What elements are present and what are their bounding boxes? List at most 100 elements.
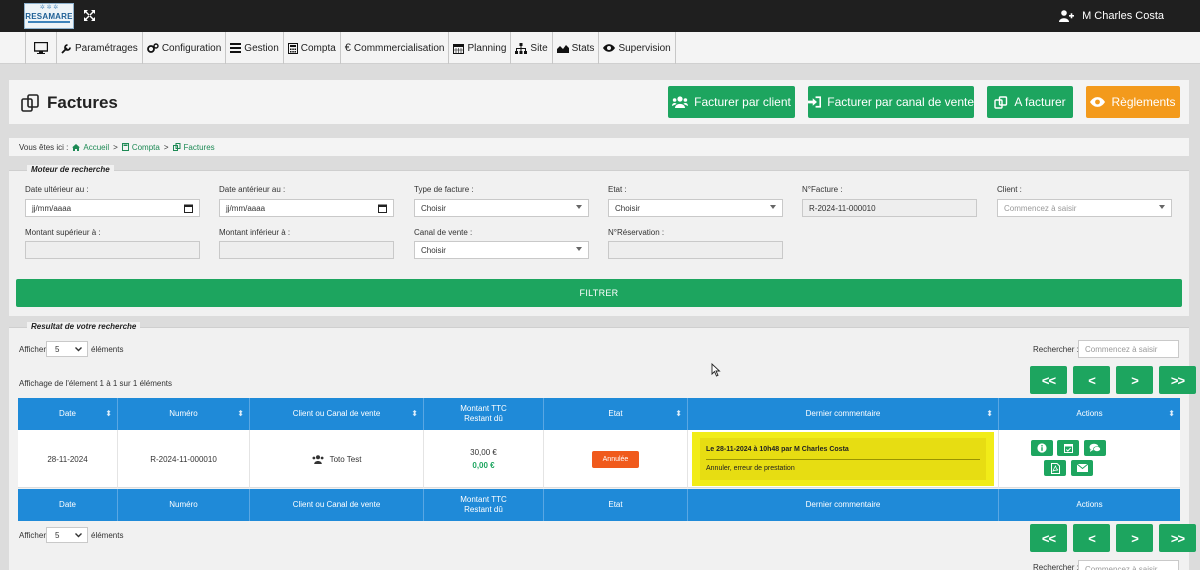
user-name: M Charles Costa (1082, 10, 1164, 22)
file-pdf-icon (1050, 462, 1060, 474)
col-montant[interactable]: Montant TTC Restant dû (424, 398, 544, 430)
next-page-button[interactable]: > (1116, 366, 1153, 394)
col-date[interactable]: Date ⬍ (18, 398, 118, 430)
menu-item-compta[interactable]: Compta (282, 32, 340, 64)
menu-item-planning[interactable]: Planning (448, 32, 510, 64)
cell-actions (999, 430, 1180, 488)
calendar-icon[interactable] (378, 204, 387, 213)
montant-inferieur-input[interactable] (219, 241, 394, 259)
client-select[interactable]: Commencez à saisir (997, 199, 1172, 217)
filter-button[interactable]: FILTRER (16, 279, 1182, 307)
sort-icon: ⬍ (105, 409, 112, 418)
button-label: Règlements (1111, 95, 1176, 109)
facturer-par-client-button[interactable]: Facturer par client (668, 86, 795, 118)
prev-page-button[interactable]: < (1073, 366, 1110, 394)
col-client[interactable]: Client ou Canal de vente ⬍ (250, 398, 424, 430)
pdf-button[interactable] (1044, 460, 1066, 476)
menu-item-commercialisation[interactable]: € Commmercialisation (339, 32, 449, 64)
menu-item-parametrages[interactable]: Paramétrages (56, 32, 142, 64)
calendar-icon[interactable] (184, 204, 193, 213)
results-info: Affichage de l'élement 1 à 1 sur 1 éléme… (19, 379, 173, 388)
email-button[interactable] (1071, 460, 1093, 476)
num-facture-input[interactable]: R-2024-11-000010 (802, 199, 977, 217)
show-label: Afficher (19, 345, 46, 354)
info-button[interactable] (1031, 440, 1053, 456)
resamare-logo[interactable]: ✲ ✲ ✲ RESAMARE (24, 3, 74, 29)
a-facturer-button[interactable]: A facturer (987, 86, 1073, 118)
menu-label: Supervision (618, 42, 671, 54)
date-placeholder: jj/mm/aaaa (226, 203, 266, 213)
first-page-button[interactable]: << (1030, 366, 1067, 394)
page-title-text: Factures (47, 93, 118, 112)
reglements-button[interactable]: Règlements (1086, 86, 1180, 118)
foot-montant: Montant TTC Restant dû (424, 489, 544, 521)
date-anterieur-input[interactable]: jj/mm/aaaa (219, 199, 394, 217)
menu-label: Paramétrages (75, 42, 138, 54)
results-legend: Resultat de votre recherche (27, 322, 141, 331)
col-numero[interactable]: Numéro ⬍ (118, 398, 250, 430)
col-etat[interactable]: Etat ⬍ (544, 398, 688, 430)
search-label: Rechercher : (1033, 345, 1079, 354)
menu-item-stats[interactable]: Stats (551, 32, 599, 64)
date-ulterieur-label: Date ultérieur au : (25, 185, 89, 194)
etat-label: Etat : (608, 185, 627, 194)
num-reservation-input[interactable] (608, 241, 783, 259)
menu-item-home[interactable] (25, 32, 56, 64)
montant-inferieur-label: Montant inférieur à : (219, 228, 291, 237)
eye-icon (603, 44, 616, 52)
menu-item-gestion[interactable]: Gestion (225, 32, 282, 64)
canal-vente-select[interactable]: Choisir (414, 241, 589, 259)
menu-item-configuration[interactable]: Configuration (141, 32, 225, 64)
comments-button[interactable] (1084, 440, 1106, 456)
etat-select[interactable]: Choisir (608, 199, 783, 217)
area-chart-icon (556, 45, 569, 53)
montant-superieur-input[interactable] (25, 241, 200, 259)
user-menu[interactable]: M Charles Costa (1059, 10, 1164, 22)
cell-date: 28-11-2024 (18, 430, 118, 488)
fullscreen-icon[interactable] (83, 9, 96, 22)
next-page-button[interactable]: > (1116, 524, 1153, 552)
col-label: Client ou Canal de vente (292, 409, 381, 418)
col-label: Etat (608, 409, 623, 418)
type-facture-select[interactable]: Choisir (414, 199, 589, 217)
type-facture-label: Type de facture : (414, 185, 474, 194)
first-page-button[interactable]: << (1030, 524, 1067, 552)
breadcrumb-home[interactable]: Accueil (72, 143, 109, 152)
logo-text: RESAMARE (25, 12, 73, 21)
col-label: Numéro (169, 500, 198, 509)
copy-icon (21, 94, 39, 112)
search-label-bottom: Rechercher : (1033, 563, 1079, 570)
menu-item-site[interactable]: Site (510, 32, 551, 64)
menu-label: Stats (571, 42, 595, 54)
breadcrumb-prefix: Vous êtes ici : (19, 142, 69, 152)
caret-down-icon (1159, 205, 1165, 209)
breadcrumb-factures[interactable]: Factures (172, 143, 215, 152)
cell-numero: R-2024-11-000010 (118, 430, 250, 488)
page-size-select-bottom[interactable]: 5 (46, 527, 88, 543)
col-actions[interactable]: Actions ⬍ (999, 398, 1180, 430)
sort-icon: ⬍ (986, 409, 993, 418)
col-commentaire[interactable]: Dernier commentaire ⬍ (688, 398, 999, 430)
table-search-input-bottom[interactable]: Commencez à saisir (1078, 560, 1179, 570)
menu-item-supervision[interactable]: Supervision (598, 32, 676, 64)
chevron-down-icon (75, 347, 82, 352)
sort-icon: ⬍ (237, 409, 244, 418)
last-page-button[interactable]: >> (1159, 524, 1196, 552)
date-ulterieur-input[interactable]: jj/mm/aaaa (25, 199, 200, 217)
caret-down-icon (576, 205, 582, 209)
page-size-select[interactable]: 5 (46, 341, 88, 357)
calendar-button[interactable] (1057, 440, 1079, 456)
col-label: Date (59, 500, 76, 509)
search-placeholder: Commencez à saisir (1085, 564, 1158, 570)
last-page-button[interactable]: >> (1159, 366, 1196, 394)
select-value: 5 (55, 344, 60, 354)
facturer-par-canal-button[interactable]: Facturer par canal de vente (808, 86, 974, 118)
montant-ttc: 30,00 € (470, 448, 497, 457)
table-search-input[interactable]: Commencez à saisir (1078, 340, 1179, 358)
prev-page-button[interactable]: < (1073, 524, 1110, 552)
breadcrumb-compta[interactable]: Compta (121, 143, 160, 152)
col-label: Date (59, 409, 76, 418)
copy-icon (172, 143, 181, 151)
comment-title: Le 28-11-2024 à 10h48 par M Charles Cost… (706, 446, 849, 453)
date-anterieur-label: Date antérieur au : (219, 185, 286, 194)
